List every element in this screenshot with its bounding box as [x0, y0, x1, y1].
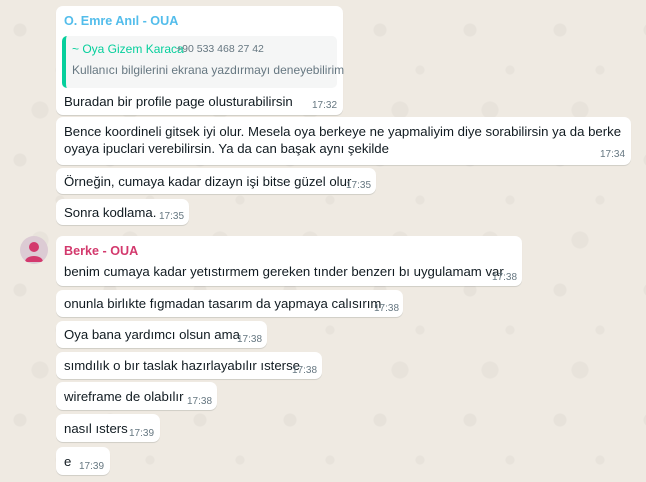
message-bubble[interactable]: e 17:39 — [56, 447, 110, 475]
message-bubble[interactable]: Berke - OUA benim cumaya kadar yetıstırm… — [56, 236, 522, 286]
message-time: 17:39 — [129, 428, 155, 439]
message-text: Örneğin, cumaya kadar dizayn işi bitse g… — [64, 174, 352, 189]
quoted-text: Kullanıcı bilgilerini ekrana yazdırmayı … — [72, 63, 345, 77]
quoted-message[interactable]: ~ Oya Gizem Karaca +90 533 468 27 42 Kul… — [62, 36, 344, 88]
quoted-sender-name: ~ Oya Gizem Karaca — [72, 42, 184, 56]
message-time: 17:38 — [237, 334, 263, 345]
message-bubble[interactable]: wireframe de olabılır 17:38 — [56, 382, 217, 410]
person-avatar-icon[interactable] — [20, 236, 48, 264]
message-time: 17:38 — [292, 365, 318, 376]
message-text: Buradan bir profile page olusturabilirsi… — [64, 94, 293, 109]
message-time: 17:38 — [492, 272, 518, 283]
message-text: benim cumaya kadar yetıstırmem gereken t… — [64, 264, 504, 279]
message-time: 17:35 — [159, 211, 185, 222]
sender-name[interactable]: Berke - OUA — [64, 244, 138, 258]
message-time: 17:38 — [374, 303, 400, 314]
message-text: Sonra kodlama. — [64, 205, 157, 220]
sender-name[interactable]: O. Emre Anıl - OUA — [64, 14, 178, 28]
message-time: 17:34 — [600, 149, 626, 160]
message-time: 17:39 — [79, 461, 105, 472]
message-bubble[interactable]: Sonra kodlama. 17:35 — [56, 199, 189, 225]
message-time: 17:32 — [312, 100, 338, 111]
message-bubble[interactable]: O. Emre Anıl - OUA ~ Oya Gizem Karaca +9… — [56, 6, 344, 115]
message-bubble[interactable]: sımdılık o bır taslak hazırlayabılır ıst… — [56, 352, 322, 379]
message-time: 17:38 — [187, 396, 213, 407]
message-text-line-2: oyaya ipuclari verebilirsin. Ya da can b… — [64, 141, 389, 156]
message-bubble[interactable]: Bence koordineli gitsek iyi olur. Mesela… — [56, 117, 631, 165]
message-text: nasıl ısters — [64, 421, 128, 436]
message-text: Oya bana yardımcı olsun ama — [64, 327, 240, 342]
message-text: onunla birlıkte fıgmadan tasarım da yapm… — [64, 296, 382, 311]
message-bubble[interactable]: nasıl ısters 17:39 — [56, 414, 160, 442]
message-text: sımdılık o bır taslak hazırlayabılır ıst… — [64, 358, 300, 373]
message-bubble[interactable]: Oya bana yardımcı olsun ama 17:38 — [56, 321, 267, 348]
message-bubble[interactable]: Örneğin, cumaya kadar dizayn işi bitse g… — [56, 168, 376, 194]
message-text: wireframe de olabılır — [64, 389, 184, 404]
message-bubble[interactable]: onunla birlıkte fıgmadan tasarım da yapm… — [56, 290, 403, 317]
message-time: 17:35 — [346, 180, 372, 191]
quoted-sender-phone: +90 533 468 27 42 — [176, 43, 264, 55]
message-text: e — [64, 454, 72, 469]
message-text-line-1: Bence koordineli gitsek iyi olur. Mesela… — [64, 124, 622, 139]
